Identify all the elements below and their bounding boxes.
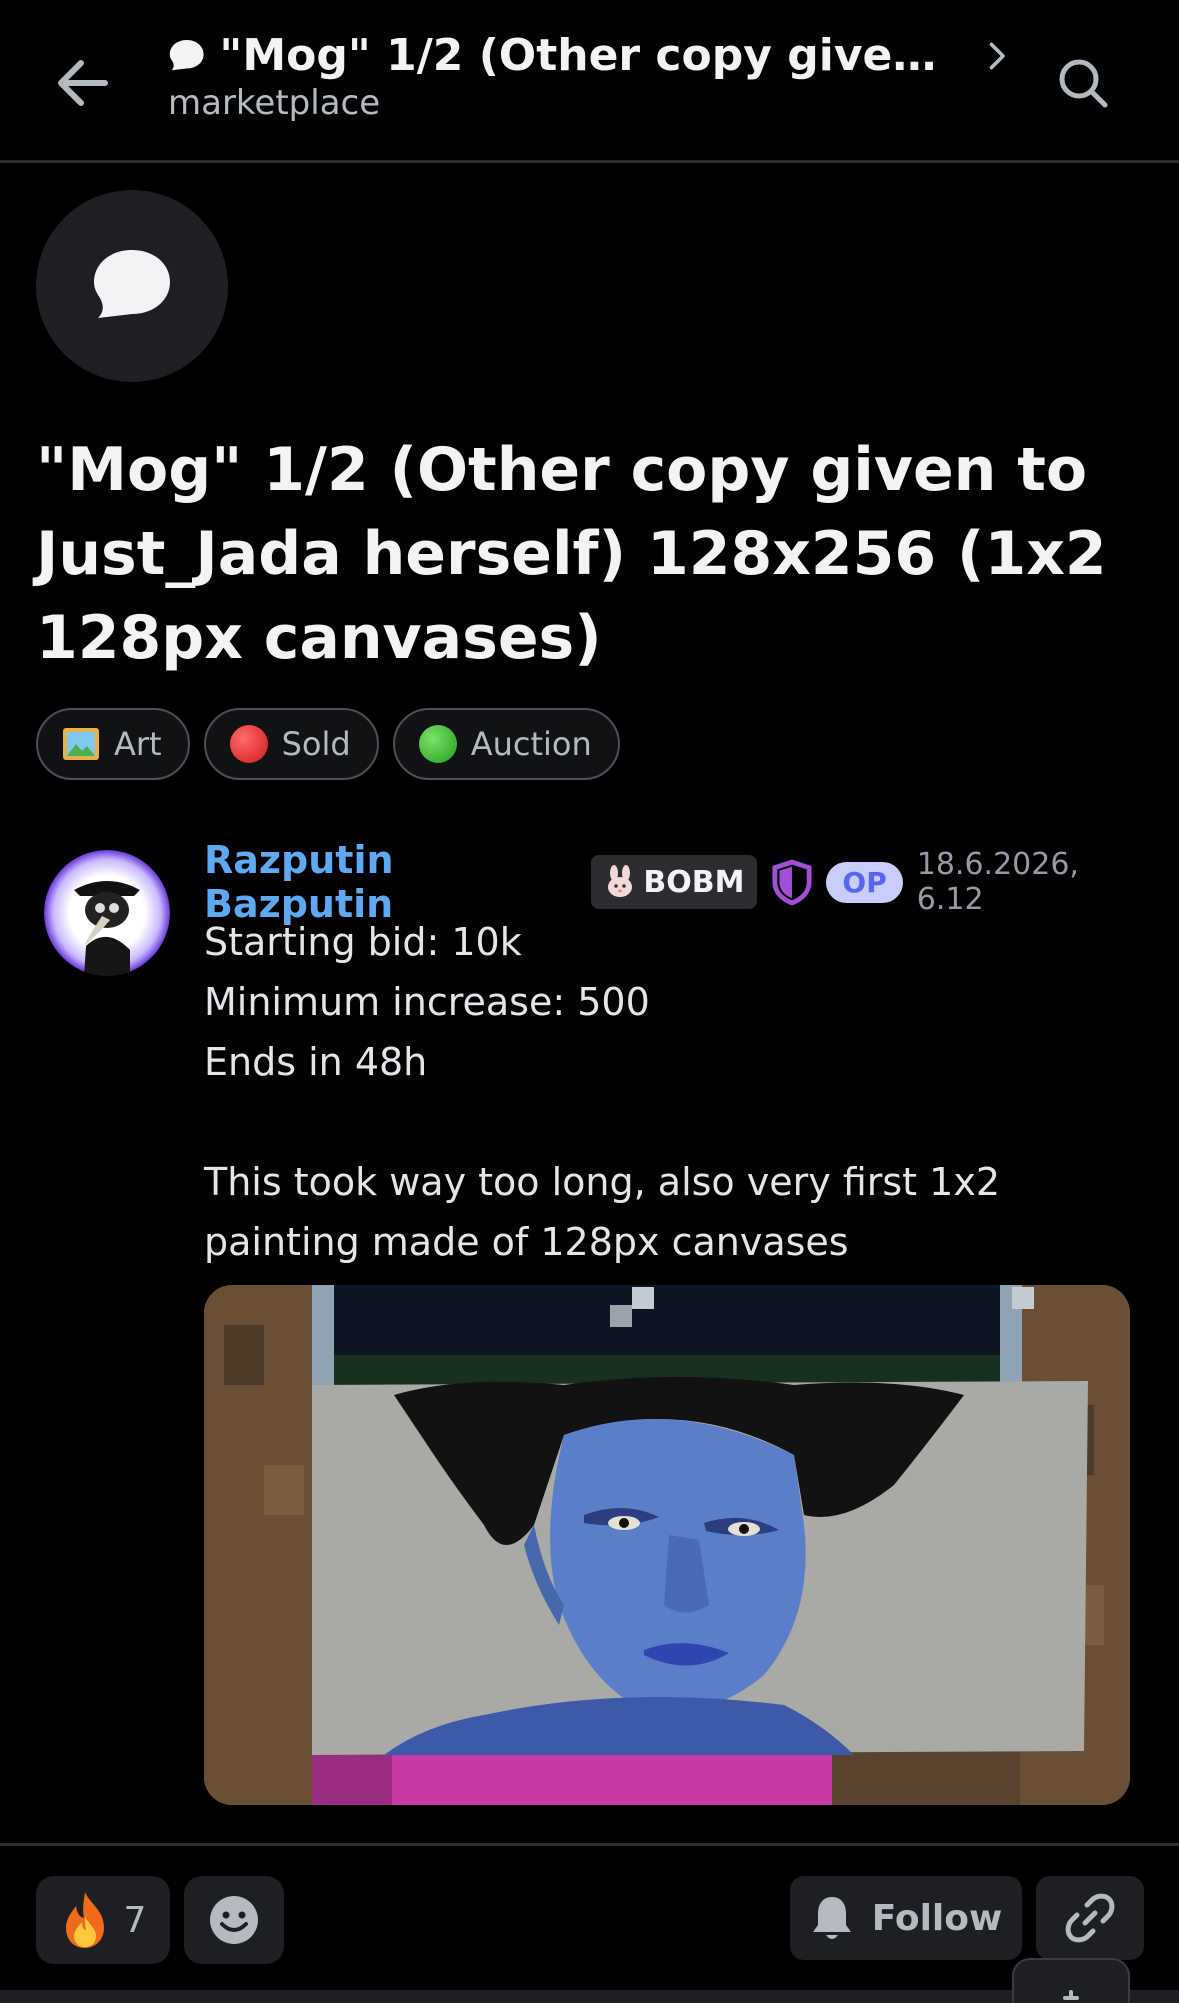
clan-tag-label: BOBM: [643, 864, 745, 900]
timestamp: 18.6.2026, 6.12: [916, 847, 1079, 917]
framed-picture-icon: [63, 728, 99, 760]
red-circle-icon: [229, 725, 268, 763]
tag-list: Art Sold Auction: [36, 708, 620, 780]
thread-bubble-icon: [169, 39, 204, 70]
header-title-area[interactable]: "Mog" 1/2 (Other copy given to... market…: [168, 30, 1008, 123]
avatar[interactable]: [44, 850, 170, 976]
tag-auction[interactable]: Auction: [392, 708, 620, 780]
jump-button[interactable]: [1012, 1958, 1130, 2003]
tag-label: Art: [114, 725, 162, 763]
thread-bubble-icon: [94, 250, 170, 318]
plus-icon: [1063, 1990, 1079, 2000]
tag-label: Sold: [281, 725, 351, 763]
reaction-fire[interactable]: 7: [36, 1876, 170, 1964]
chevron-right-icon: [989, 42, 1005, 69]
pixel-painting-image: [204, 1285, 1130, 1805]
tag-sold[interactable]: Sold: [203, 708, 379, 780]
back-button[interactable]: [50, 50, 116, 116]
op-badge: OP: [826, 861, 903, 903]
tag-label: Auction: [470, 725, 592, 763]
header-bar: "Mog" 1/2 (Other copy given to... market…: [0, 0, 1179, 163]
copy-link-button[interactable]: [1036, 1876, 1144, 1960]
message: Razputin Bazputin BOBM OP 18.6.2026, 6.1…: [204, 838, 1144, 1272]
attachment-image[interactable]: [204, 1285, 1130, 1805]
message-body: Starting bid: 10k Minimum increase: 500 …: [204, 920, 1000, 1264]
fire-icon: [65, 1892, 104, 1948]
header-title: "Mog" 1/2 (Other copy given to...: [219, 30, 950, 81]
follow-label: Follow: [871, 1897, 1003, 1939]
channel-name: marketplace: [168, 83, 381, 123]
follow-button[interactable]: Follow: [790, 1876, 1022, 1960]
reaction-count: 7: [123, 1899, 147, 1941]
add-reaction-button[interactable]: [184, 1876, 284, 1964]
search-icon: [1059, 59, 1108, 108]
arrow-left-icon: [58, 60, 108, 106]
message-header: Razputin Bazputin BOBM OP 18.6.2026, 6.1…: [204, 838, 1144, 926]
thread-icon-circle: [36, 190, 228, 382]
clan-tag[interactable]: BOBM: [591, 855, 757, 909]
bottom-panel-edge: [0, 1990, 1179, 2003]
smiley-icon: [210, 1896, 258, 1944]
bell-icon: [812, 1897, 851, 1939]
link-icon: [1065, 1893, 1115, 1943]
tag-art[interactable]: Art: [36, 708, 190, 780]
divider: [0, 1843, 1179, 1846]
plague-doctor-avatar: [44, 850, 170, 976]
green-circle-icon: [418, 725, 457, 763]
post-title: "Mog" 1/2 (Other copy given to Just_Jada…: [36, 435, 1107, 673]
shield-icon: [771, 859, 811, 906]
bunny-icon: [608, 865, 633, 897]
search-button[interactable]: [1050, 50, 1116, 116]
